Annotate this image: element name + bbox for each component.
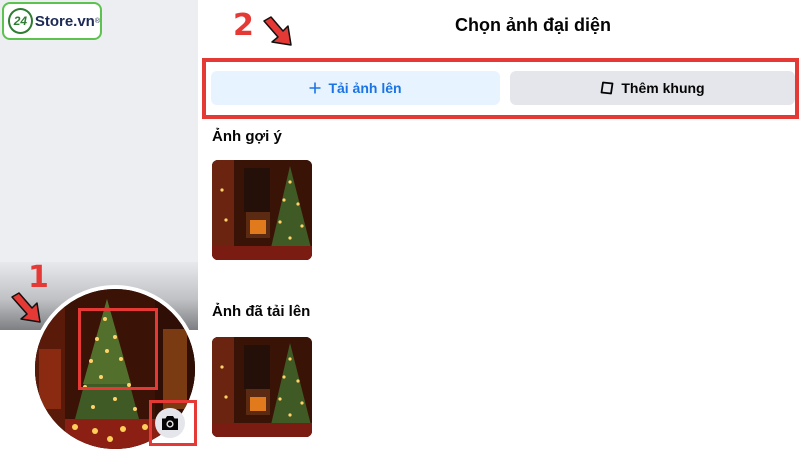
logo-registered-mark: ® xyxy=(94,17,100,25)
suggested-photo-thumbnail[interactable] xyxy=(212,160,312,260)
uploaded-photos-heading: Ảnh đã tải lên xyxy=(212,303,311,320)
step-2-label: 2 xyxy=(233,8,254,43)
red-arrow-icon xyxy=(263,16,292,46)
store-logo: 24 Store.vn ® xyxy=(2,2,102,40)
suggested-photos-heading: Ảnh gợi ý xyxy=(212,128,282,145)
logo-text: Store.vn xyxy=(34,12,95,30)
step-1-label: 1 xyxy=(28,260,49,295)
red-arrow-icon xyxy=(11,292,41,323)
uploaded-photo-thumbnail[interactable] xyxy=(212,337,312,437)
buttons-highlight-box xyxy=(202,58,799,119)
camera-highlight-box xyxy=(149,400,197,446)
logo-badge: 24 xyxy=(8,8,33,34)
dialog-title: Chọn ảnh đại diện xyxy=(455,15,611,35)
avatar-highlight-box xyxy=(78,308,158,390)
